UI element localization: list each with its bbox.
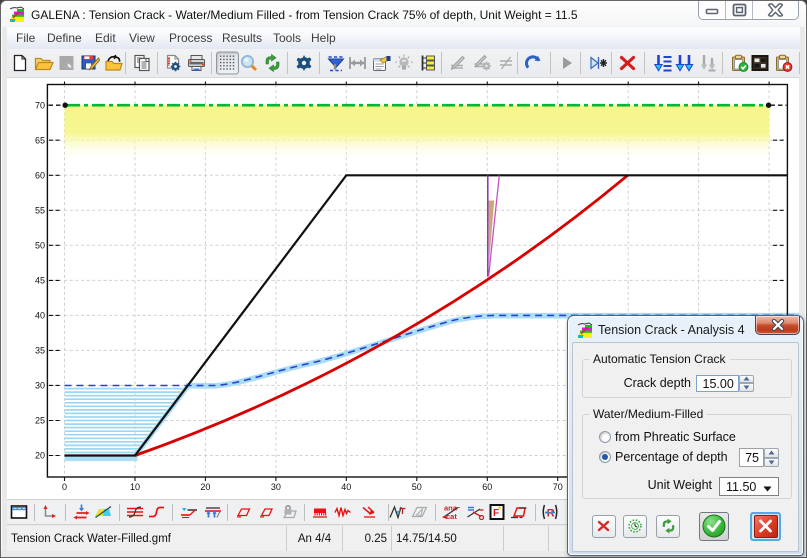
svg-text:40: 40 [341, 482, 351, 492]
svg-text:25: 25 [35, 416, 45, 426]
svg-text:30: 30 [271, 482, 281, 492]
svg-text:50: 50 [412, 482, 422, 492]
svg-text:45: 45 [35, 276, 45, 286]
svg-text:40: 40 [35, 311, 45, 321]
svg-text:60: 60 [35, 171, 45, 181]
svg-text:0: 0 [62, 482, 67, 492]
svg-text:70: 70 [553, 482, 563, 492]
svg-text:65: 65 [35, 135, 45, 145]
svg-text:cat: cat [446, 512, 457, 521]
svg-text:70: 70 [35, 100, 45, 110]
svg-text:50: 50 [35, 241, 45, 251]
svg-text:20: 20 [200, 482, 210, 492]
svg-text:30: 30 [35, 381, 45, 391]
svg-text:60: 60 [482, 482, 492, 492]
svg-text:55: 55 [35, 206, 45, 216]
svg-text:10: 10 [130, 482, 140, 492]
svg-text:35: 35 [35, 346, 45, 356]
svg-text:20: 20 [35, 451, 45, 461]
